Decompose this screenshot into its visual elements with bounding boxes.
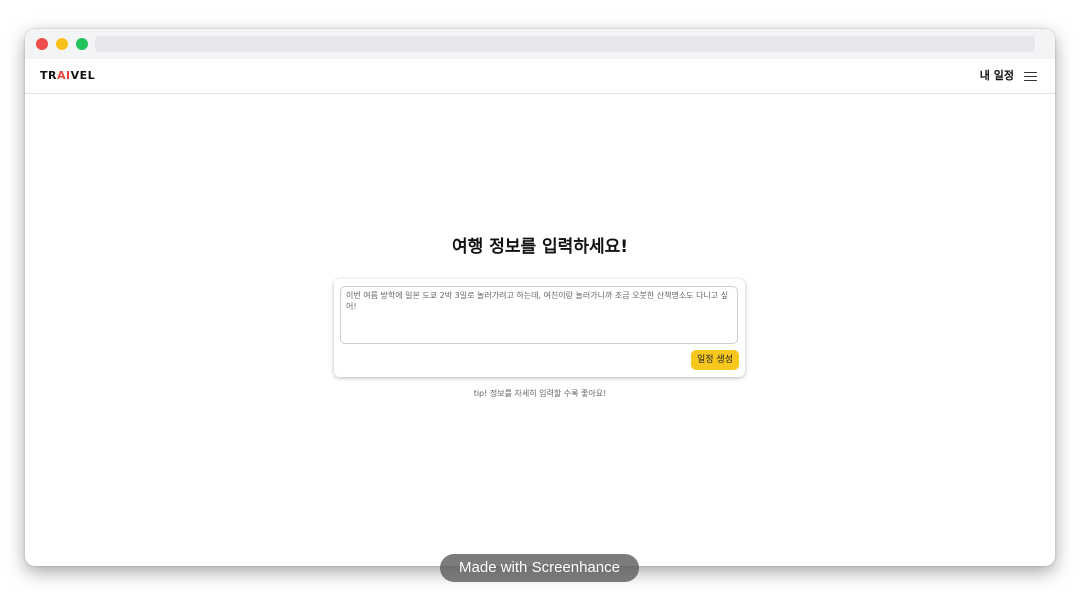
menu-line xyxy=(1024,79,1037,82)
minimize-window-icon[interactable] xyxy=(56,38,68,50)
hamburger-menu-icon[interactable] xyxy=(1024,71,1037,82)
app-logo[interactable]: TRAIVEL xyxy=(40,69,95,83)
my-schedule-link[interactable]: 내 일정 xyxy=(980,67,1014,85)
browser-window: TRAIVEL 내 일정 여행 정보를 입력하세요! 일정 생성 tip! 정보… xyxy=(25,29,1055,566)
logo-prefix: TR xyxy=(40,69,57,82)
menu-line xyxy=(1024,71,1037,74)
page-title: 여행 정보를 입력하세요! xyxy=(452,237,628,257)
maximize-window-icon[interactable] xyxy=(76,38,88,50)
close-window-icon[interactable] xyxy=(36,38,48,50)
trip-input-card: 일정 생성 xyxy=(334,279,745,377)
menu-line xyxy=(1024,75,1037,78)
nav-actions: 내 일정 xyxy=(980,67,1037,85)
screenshot-stage: TRAIVEL 내 일정 여행 정보를 입력하세요! 일정 생성 tip! 정보… xyxy=(0,0,1080,600)
top-navbar: TRAIVEL 내 일정 xyxy=(25,59,1055,94)
generate-schedule-button[interactable]: 일정 생성 xyxy=(691,350,739,370)
address-bar[interactable] xyxy=(95,36,1035,52)
logo-accent: AI xyxy=(56,69,71,82)
browser-titlebar xyxy=(25,29,1055,59)
tip-text: tip! 정보를 자세히 입력할 수록 좋아요! xyxy=(473,389,607,398)
logo-suffix: VEL xyxy=(70,69,96,82)
trip-info-input[interactable] xyxy=(340,286,738,344)
watermark-badge: Made with Screenhance xyxy=(440,554,639,582)
